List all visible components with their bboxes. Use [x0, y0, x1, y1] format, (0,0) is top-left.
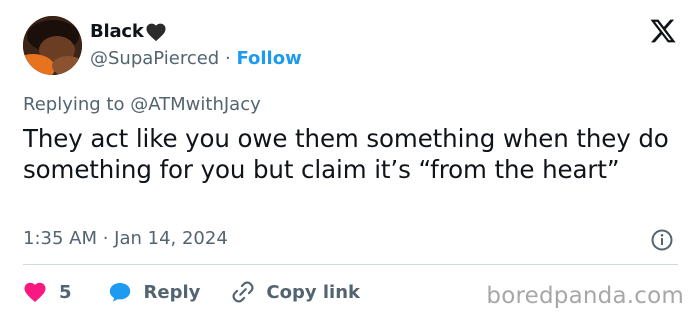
- timestamp[interactable]: 1:35 AM · Jan 14, 2024: [23, 228, 228, 249]
- copy-link-label: Copy link: [266, 281, 360, 303]
- black-heart-icon: [145, 22, 167, 42]
- follow-button[interactable]: Follow: [236, 48, 301, 69]
- action-bar: 5 Reply Copy link: [23, 279, 360, 305]
- heart-icon: [24, 282, 46, 302]
- handle-row: @SupaPierced · Follow: [90, 48, 302, 69]
- x-logo-icon[interactable]: [649, 17, 677, 49]
- display-name[interactable]: Black: [90, 21, 144, 42]
- avatar-photo: [23, 16, 82, 75]
- avatar[interactable]: [23, 16, 82, 75]
- user-handle[interactable]: @SupaPierced: [90, 48, 219, 69]
- tweet-text: They act like you owe them something whe…: [23, 124, 669, 184]
- name-row: Black: [90, 21, 167, 42]
- divider: [23, 264, 678, 265]
- info-icon[interactable]: [651, 229, 673, 255]
- reply-mention-link[interactable]: @ATMwithJacy: [130, 94, 261, 115]
- like-count: 5: [59, 281, 72, 303]
- replying-to: Replying to @ATMwithJacy: [23, 94, 261, 115]
- watermark: boredpanda.com: [486, 283, 684, 309]
- reply-button[interactable]: Reply: [108, 281, 201, 303]
- replying-prefix: Replying to: [23, 94, 125, 115]
- separator-dot: ·: [224, 48, 231, 69]
- copy-link-button[interactable]: Copy link: [230, 279, 360, 305]
- reply-label: Reply: [143, 281, 201, 303]
- reply-bubble-icon: [109, 283, 130, 302]
- like-button[interactable]: 5: [23, 281, 72, 303]
- link-icon: [232, 281, 254, 303]
